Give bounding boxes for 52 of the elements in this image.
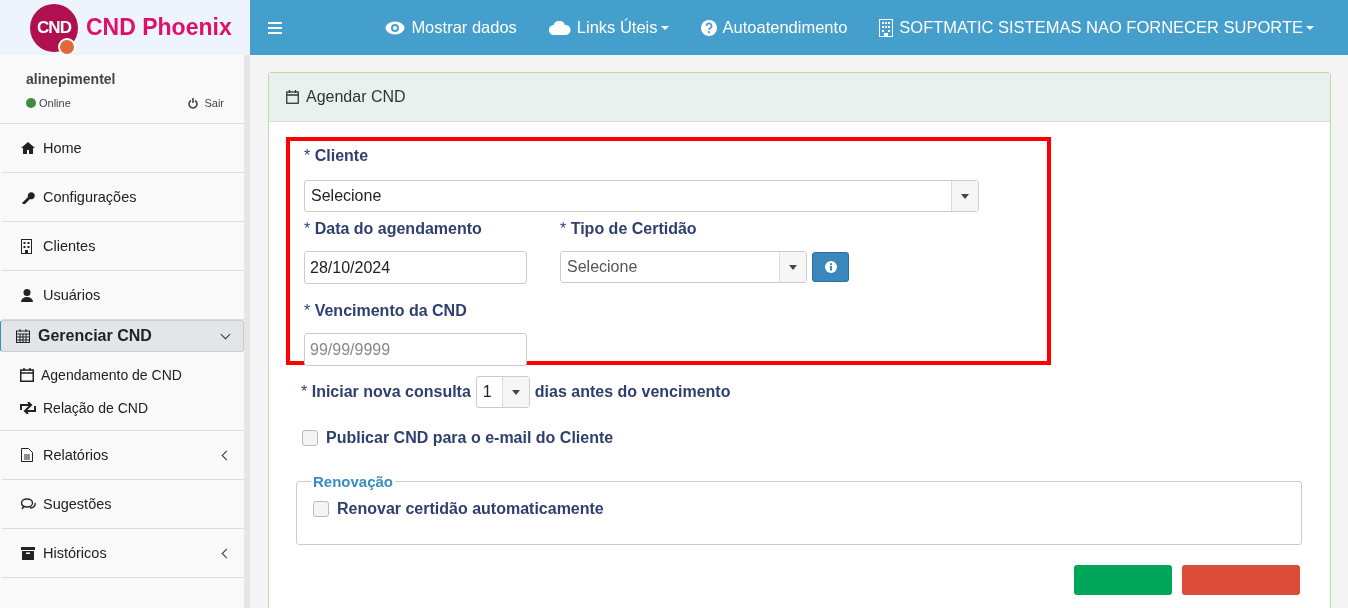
field-label: * Iniciar nova consulta (301, 383, 471, 401)
user-icon (21, 288, 33, 302)
days-select[interactable]: 1 (475, 376, 530, 408)
menu-icon[interactable] (268, 21, 282, 34)
sidebar-item[interactable]: Configurações (0, 173, 244, 222)
field-label: * Data do agendamento (304, 220, 483, 238)
document-icon (21, 448, 33, 462)
field-label: * Cliente (304, 147, 370, 165)
submenu-item[interactable]: Agendamento de CND (20, 358, 244, 391)
archive-icon (21, 546, 35, 560)
panel-title: Agendar CND (306, 88, 406, 106)
client-select[interactable]: Selecione (304, 180, 979, 212)
checkbox-label: Publicar CND para o e-mail do Cliente (326, 429, 614, 447)
home-icon (21, 142, 35, 154)
fieldset-legend: Renovação (311, 473, 396, 490)
action-button[interactable] (1182, 565, 1300, 595)
chat-icon (21, 497, 36, 511)
field-label: * Tipo de Certidão (560, 220, 698, 238)
calendar-icon (20, 367, 34, 382)
status-text: Online (39, 97, 71, 109)
building-icon (21, 238, 32, 254)
checkbox[interactable] (302, 430, 318, 446)
brand-name[interactable]: CND Phoenix (86, 14, 232, 41)
caret-icon (1306, 25, 1314, 30)
date-input[interactable]: 28/10/2024 (304, 251, 527, 284)
sidebar-item[interactable]: Históricos (0, 529, 244, 578)
calendar-icon (286, 90, 299, 104)
submenu-item[interactable]: Relação de CND (20, 391, 244, 424)
checkbox-label: Renovar certidão automaticamente (337, 500, 604, 518)
checkbox[interactable] (313, 501, 329, 517)
building-icon (879, 18, 894, 37)
calendar-icon (16, 329, 30, 343)
power-icon (188, 97, 199, 109)
sidebar-item[interactable]: Gerenciar CND (0, 320, 244, 352)
info-button[interactable] (812, 252, 849, 282)
certificate-type-select[interactable]: Selecione (560, 251, 807, 283)
cloud-icon (548, 20, 571, 35)
sidebar-item[interactable]: Clientes (0, 222, 244, 271)
sidebar-item[interactable]: Relatórios (0, 431, 244, 480)
due-date-input[interactable]: 99/99/9999 (304, 333, 527, 366)
user-name: alinepimentel (26, 71, 117, 87)
eye-icon (385, 20, 406, 35)
field-suffix: dias antes do vencimento (534, 383, 731, 401)
info-icon (824, 261, 837, 273)
action-button[interactable] (1074, 565, 1172, 595)
sidebar-item[interactable]: Home (0, 124, 244, 173)
caret-icon (660, 25, 669, 30)
field-label: * Vencimento da CND (304, 302, 468, 320)
help-icon (700, 19, 717, 36)
swap-arrows-icon (20, 401, 36, 414)
sidebar-item[interactable]: Sugestões (0, 480, 244, 529)
logout-link[interactable]: Sair (188, 97, 224, 109)
